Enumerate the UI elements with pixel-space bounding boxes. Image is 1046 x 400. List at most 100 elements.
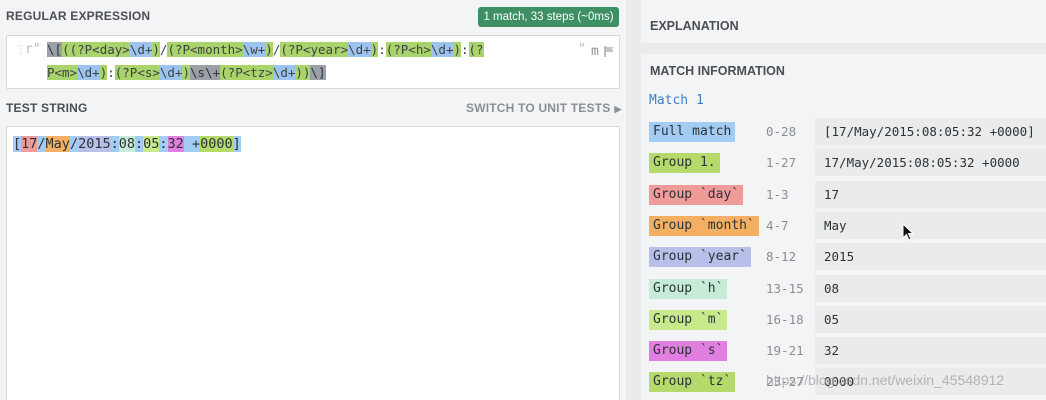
match-highlight-full: / bbox=[69, 136, 79, 152]
group-value: 17 bbox=[815, 180, 1046, 208]
editor-panel: REGULAR EXPRESSION 1 match, 33 steps (~0… bbox=[0, 0, 626, 400]
group-label: Group `tz` bbox=[649, 372, 736, 393]
match-highlight-year: 2015 bbox=[78, 136, 111, 152]
regex-close-delimiter: " bbox=[578, 42, 586, 57]
regex-open-delimiter: r" bbox=[25, 42, 41, 57]
regex-token: (? bbox=[468, 42, 484, 57]
drag-handle-icon[interactable]: ⋮ bbox=[16, 44, 26, 55]
regex-pattern-line-1[interactable]: \[((?P<day>\d+)/(?P<month>\w+)/(?P<year>… bbox=[47, 40, 484, 60]
regex-token: (?P<month> bbox=[167, 42, 243, 57]
explanation-title[interactable]: EXPLANATION bbox=[650, 19, 739, 33]
regex-token: ) bbox=[453, 42, 461, 57]
flag-icon[interactable] bbox=[604, 46, 616, 57]
group-label: Full match bbox=[649, 122, 736, 142]
group-range: 0-28 bbox=[766, 124, 797, 139]
test-string-title: TEST STRING bbox=[6, 101, 88, 115]
regex-token: (?P<day> bbox=[69, 42, 130, 57]
match-group-row[interactable]: Full match 0-28 [17/May/2015:08:05:32 +000… bbox=[649, 118, 1046, 145]
regex-token: \d+ bbox=[272, 65, 296, 80]
regex-token: \] bbox=[310, 65, 326, 80]
match-highlight-m: 05 bbox=[143, 136, 160, 152]
match-highlight-full: [ bbox=[13, 136, 22, 152]
match-title: Match 1 bbox=[649, 93, 704, 108]
panel-divider bbox=[641, 43, 1046, 54]
match-information-title[interactable]: MATCH INFORMATION bbox=[650, 64, 785, 78]
group-label: Group `h` bbox=[649, 278, 728, 299]
regex-token: : bbox=[107, 65, 115, 80]
match-highlight-full: : bbox=[135, 136, 144, 152]
mouse-cursor-icon bbox=[902, 223, 914, 241]
match-highlight-full: : bbox=[159, 136, 168, 152]
group-value: [17/May/2015:08:05:32 +0000] bbox=[815, 118, 1046, 145]
group-range: 1-27 bbox=[766, 155, 797, 171]
regex-flags[interactable]: m bbox=[591, 44, 599, 59]
match-group-row[interactable]: Group `s` 19-21 32 bbox=[649, 337, 1046, 365]
match-highlight-s: 32 bbox=[167, 136, 184, 152]
group-value: 17/May/2015:08:05:32 +0000 bbox=[815, 149, 1046, 177]
regex-token: ) bbox=[152, 42, 160, 57]
match-group-row[interactable]: Group `day` 1-3 17 bbox=[649, 180, 1046, 208]
regex-token: : bbox=[461, 42, 469, 57]
regex-token: (?P<s> bbox=[114, 65, 160, 80]
match-highlight-full: : bbox=[110, 136, 119, 152]
match-status-badge: 1 match, 33 steps (~0ms) bbox=[478, 7, 619, 27]
regex-token: P<m> bbox=[47, 65, 78, 80]
regex-token: \w+ bbox=[242, 42, 266, 57]
group-value: 05 bbox=[815, 305, 1046, 333]
regex-token: ) bbox=[265, 42, 273, 57]
match-highlight-full: / bbox=[37, 136, 46, 152]
group-value: May bbox=[815, 211, 1046, 239]
regex-token: : bbox=[378, 42, 386, 57]
group-label: Group `year` bbox=[649, 247, 751, 268]
test-string-text: [17/May/2015:08:05:32 +0000] bbox=[13, 135, 241, 153]
match-group-row[interactable]: Group `m` 16-18 05 bbox=[649, 305, 1046, 333]
group-range: 1-3 bbox=[766, 186, 789, 202]
switch-to-unit-tests-link[interactable]: SWITCH TO UNIT TESTS ▶ bbox=[466, 101, 622, 115]
group-value: 2015 bbox=[815, 243, 1046, 271]
regex-token: \+ bbox=[205, 65, 221, 80]
regex-token: \s bbox=[190, 65, 206, 80]
group-range: 13-15 bbox=[766, 280, 804, 296]
regex-token: (?P<year> bbox=[280, 42, 349, 57]
regex-section-title: REGULAR EXPRESSION bbox=[6, 9, 151, 23]
match-group-row[interactable]: Group 1. 1-27 17/May/2015:08:05:32 +0000 bbox=[649, 149, 1046, 177]
match-highlight-month: May bbox=[45, 136, 70, 152]
group-range: 8-12 bbox=[766, 249, 797, 265]
regex-token: \d+ bbox=[129, 42, 153, 57]
regex-token: (?P<tz> bbox=[220, 65, 273, 80]
match-highlight-tz: 0000 bbox=[200, 136, 233, 152]
regex-token: ( bbox=[62, 42, 70, 57]
group-label: Group `s` bbox=[649, 341, 728, 362]
group-label: Group `month` bbox=[649, 215, 759, 236]
switch-label: SWITCH TO UNIT TESTS bbox=[466, 101, 611, 115]
match-group-row[interactable]: Group `h` 13-15 08 bbox=[649, 274, 1046, 302]
regex-token: \d+ bbox=[159, 65, 183, 80]
group-label: Group 1. bbox=[649, 153, 720, 174]
watermark: https://blog.csdn.net/weixin_45548912 bbox=[766, 372, 1005, 388]
info-panel: EXPLANATION MATCH INFORMATION Match 1 Fu… bbox=[641, 0, 1046, 400]
match-highlight-h: 08 bbox=[118, 136, 135, 152]
group-value: 08 bbox=[815, 274, 1046, 302]
match-highlight-full: + bbox=[183, 136, 201, 152]
test-string-input[interactable]: [17/May/2015:08:05:32 +0000] bbox=[6, 126, 620, 400]
match-group-row[interactable]: Group `year` 8-12 2015 bbox=[649, 243, 1046, 271]
regex-token: \d+ bbox=[77, 65, 100, 80]
group-value: 32 bbox=[815, 337, 1046, 365]
regex-token: ) bbox=[182, 65, 191, 80]
group-range: 16-18 bbox=[766, 311, 804, 327]
match-highlight-day: 17 bbox=[21, 136, 38, 152]
regex-pattern-line-2[interactable]: P<m>\d+):(?P<s>\d+)\s\+(?P<tz>\d+))\] bbox=[47, 63, 326, 83]
regex-token: \d+ bbox=[430, 42, 454, 57]
match-group-row[interactable]: Group `month` 4-7 May bbox=[649, 211, 1046, 239]
chevron-right-icon: ▶ bbox=[614, 104, 622, 114]
group-label: Group `m` bbox=[649, 309, 728, 330]
regex-token: \d+ bbox=[348, 42, 371, 57]
match-highlight-full: ] bbox=[232, 136, 241, 152]
regex-token: (?P<h> bbox=[385, 42, 431, 57]
regex-tester-app: REGULAR EXPRESSION 1 match, 33 steps (~0… bbox=[0, 0, 1046, 400]
regex-token: )) bbox=[295, 65, 311, 80]
regex-token: \[ bbox=[47, 42, 63, 57]
group-range: 4-7 bbox=[766, 217, 789, 233]
regex-input[interactable]: ⋮ r" \[((?P<day>\d+)/(?P<month>\w+)/(?P<… bbox=[6, 35, 620, 89]
group-label: Group `day` bbox=[649, 184, 744, 205]
